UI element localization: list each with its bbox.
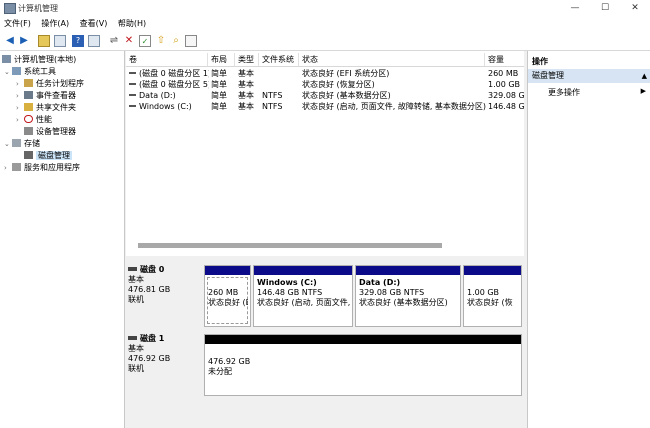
- tools-icon: [12, 67, 21, 75]
- disk-management-icon: [24, 151, 33, 159]
- column-filesystem[interactable]: 文件系统: [259, 53, 299, 66]
- properties-icon[interactable]: [88, 35, 100, 47]
- expand-icon[interactable]: ›: [16, 79, 24, 90]
- volume-row[interactable]: (磁盘 0 磁盘分区 1) 简单 基本 状态良好 (EFI 系统分区) 260 …: [126, 69, 524, 79]
- close-button[interactable]: ✕: [620, 0, 650, 16]
- actions-section-disk-management[interactable]: 磁盘管理 ▲: [528, 69, 650, 83]
- maximize-button[interactable]: ☐: [590, 0, 620, 16]
- up-folder-icon[interactable]: [38, 35, 50, 47]
- disk-graphical-view: 磁盘 0 基本 476.81 GB 联机 260 MB 状态良好 (E Wind…: [126, 256, 524, 428]
- menu-view[interactable]: 查看(V): [76, 16, 112, 32]
- expand-icon[interactable]: ›: [16, 103, 24, 114]
- services-icon: [12, 163, 21, 171]
- computer-management-icon: [4, 3, 16, 14]
- partition-data-d[interactable]: Data (D:) 329.08 GB NTFS 状态良好 (基本数据分区): [355, 265, 461, 327]
- search-icon[interactable]: ⌕: [170, 35, 182, 47]
- volume-row[interactable]: Windows (C:) 简单 基本 NTFS 状态良好 (启动, 页面文件, …: [126, 102, 524, 112]
- main-pane: 卷 布局 类型 文件系统 状态 容量 (磁盘 0 磁盘分区 1) 简单 基本 状…: [126, 51, 524, 428]
- delete-icon[interactable]: ✕: [123, 35, 135, 47]
- submenu-arrow-icon[interactable]: ▶: [641, 87, 646, 95]
- tree-shared-folders[interactable]: › 共享文件夹: [16, 102, 76, 113]
- tree-services-apps[interactable]: › 服务和应用程序: [4, 162, 80, 173]
- tree-performance[interactable]: › 性能: [16, 114, 52, 125]
- menu-help[interactable]: 帮助(H): [114, 16, 150, 32]
- help-icon[interactable]: ?: [72, 35, 84, 47]
- volume-icon: [129, 72, 136, 74]
- tree-system-tools[interactable]: ⌄ 系统工具: [4, 66, 56, 77]
- tree-storage[interactable]: ⌄ 存储: [4, 138, 40, 149]
- partition-windows-c[interactable]: Windows (C:) 146.48 GB NTFS 状态良好 (启动, 页面…: [253, 265, 353, 327]
- back-icon[interactable]: ◀: [4, 35, 16, 47]
- volume-icon: [129, 105, 136, 107]
- menu-file[interactable]: 文件(F): [0, 16, 35, 32]
- expand-icon[interactable]: ›: [16, 115, 24, 126]
- disk-1-label[interactable]: 磁盘 1 基本 476.92 GB 联机: [128, 334, 202, 396]
- shared-folder-icon: [24, 103, 33, 111]
- volume-icon: [129, 94, 136, 96]
- tree-disk-management[interactable]: 磁盘管理: [24, 150, 72, 161]
- partition-efi[interactable]: 260 MB 状态良好 (E: [204, 265, 251, 327]
- console-tree: 计算机管理(本地) ⌄ 系统工具 › 任务计划程序 › 事件查看器 › 共享文件夹 › 性…: [0, 51, 125, 428]
- volume-list-header: 卷 布局 类型 文件系统 状态 容量: [126, 53, 524, 67]
- horizontal-scrollbar[interactable]: [138, 243, 442, 248]
- column-type[interactable]: 类型: [235, 53, 259, 66]
- list-view-icon[interactable]: [185, 35, 197, 47]
- event-viewer-icon: [24, 91, 33, 99]
- actions-title: 操作: [532, 57, 548, 66]
- window-title: 计算机管理: [18, 4, 58, 13]
- collapse-icon[interactable]: ⌄: [4, 139, 12, 150]
- performance-icon: [24, 115, 33, 123]
- unallocated-space[interactable]: 476.92 GB 未分配: [204, 334, 522, 396]
- partition-recovery[interactable]: 1.00 GB 状态良好 (恢: [463, 265, 522, 327]
- storage-icon: [12, 139, 21, 147]
- column-capacity[interactable]: 容量: [485, 53, 524, 66]
- tree-root[interactable]: 计算机管理(本地): [2, 54, 76, 65]
- computer-icon: [2, 55, 11, 63]
- menu-bar: 文件(F) 操作(A) 查看(V) 帮助(H): [0, 16, 650, 32]
- more-actions[interactable]: 更多操作: [548, 87, 580, 98]
- expand-icon[interactable]: ›: [4, 163, 12, 174]
- import-icon[interactable]: ⇧: [155, 35, 167, 47]
- clock-icon: [24, 79, 33, 87]
- disk-icon: [128, 336, 137, 340]
- volume-row[interactable]: Data (D:) 简单 基本 NTFS 状态良好 (基本数据分区) 329.0…: [126, 91, 524, 101]
- collapse-icon[interactable]: ⌄: [4, 67, 12, 78]
- device-manager-icon: [24, 127, 33, 135]
- volume-icon: [129, 83, 136, 85]
- check-icon[interactable]: ✓: [139, 35, 151, 47]
- disk-icon: [128, 267, 137, 271]
- forward-icon[interactable]: ▶: [18, 35, 30, 47]
- actions-pane: 操作 磁盘管理 ▲ 更多操作 ▶: [527, 51, 650, 428]
- console-tree-icon[interactable]: [54, 35, 66, 47]
- title-bar: 计算机管理 — ☐ ✕: [0, 0, 650, 16]
- column-status[interactable]: 状态: [299, 53, 485, 66]
- volume-row[interactable]: (磁盘 0 磁盘分区 5) 简单 基本 状态良好 (恢复分区) 1.00 GB: [126, 80, 524, 90]
- column-volume[interactable]: 卷: [126, 53, 208, 66]
- tree-task-scheduler[interactable]: › 任务计划程序: [16, 78, 84, 89]
- menu-action[interactable]: 操作(A): [37, 16, 73, 32]
- tree-device-manager[interactable]: 设备管理器: [24, 126, 76, 137]
- collapse-arrow-icon[interactable]: ▲: [638, 69, 647, 83]
- tree-event-viewer[interactable]: › 事件查看器: [16, 90, 76, 101]
- connect-icon[interactable]: ⇌: [108, 35, 120, 47]
- column-layout[interactable]: 布局: [208, 53, 235, 66]
- expand-icon[interactable]: ›: [16, 91, 24, 102]
- toolbar: ◀ ▶ ? ⇌ ✕ ✓ ⇧ ⌕: [0, 32, 650, 51]
- minimize-button[interactable]: —: [560, 0, 590, 16]
- disk-0-label[interactable]: 磁盘 0 基本 476.81 GB 联机: [128, 265, 202, 327]
